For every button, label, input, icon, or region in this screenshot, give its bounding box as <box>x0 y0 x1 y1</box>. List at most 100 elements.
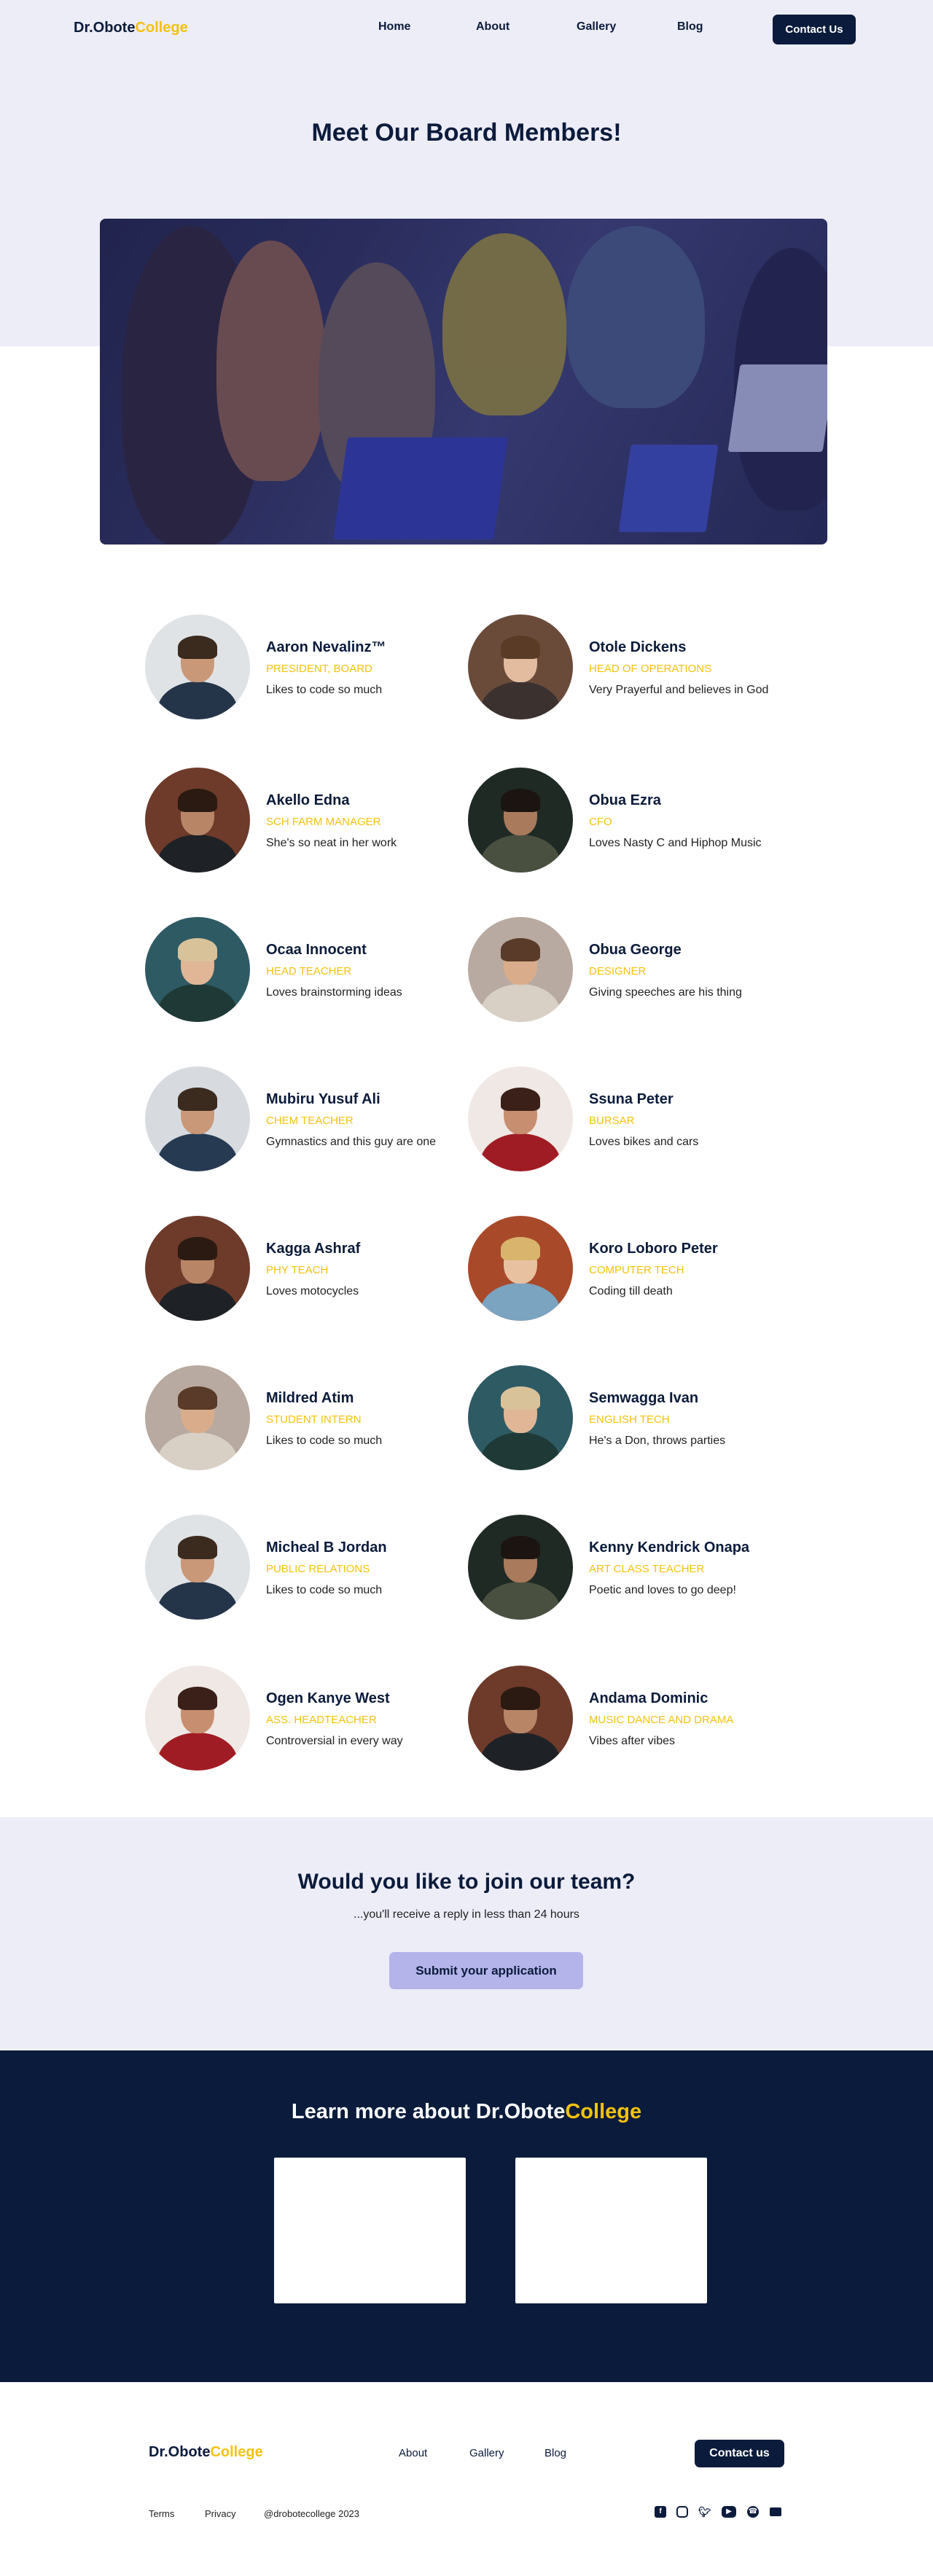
member-card: Aaron Nevalinz™ PRESIDENT, BOARD Likes to … <box>145 614 458 724</box>
facebook-icon[interactable]: f <box>655 2506 666 2518</box>
member-avatar <box>145 1066 250 1171</box>
whatsapp-icon[interactable]: ☎ <box>747 2506 759 2518</box>
member-bio: Loves Nasty C and Hiphop Music <box>589 837 762 849</box>
youtube-icon[interactable]: ▶ <box>722 2506 736 2518</box>
member-card: Semwagga Ivan ENGLISH TECH He's a Don, thr… <box>468 1365 781 1475</box>
member-card: Koro Loboro Peter COMPUTER TECH Coding til… <box>468 1216 781 1325</box>
member-name: Andama Dominic <box>589 1690 708 1706</box>
member-bio: He's a Don, throws parties <box>589 1435 726 1447</box>
member-bio: Vibes after vibes <box>589 1735 675 1747</box>
member-avatar <box>468 1666 573 1771</box>
member-card: Ssuna Peter BURSAR Loves bikes and cars <box>468 1066 781 1176</box>
member-bio: Loves brainstorming ideas <box>266 986 402 999</box>
footer-contact-button[interactable]: Contact us <box>695 2440 784 2467</box>
member-role: BURSAR <box>589 1115 635 1127</box>
member-role: SCH FARM MANAGER <box>266 816 381 828</box>
member-name: Obua Ezra <box>589 792 661 808</box>
nav-link-gallery[interactable]: Gallery <box>577 20 616 34</box>
member-card: Akello Edna SCH FARM MANAGER She's so neat… <box>145 768 458 877</box>
member-avatar <box>145 614 250 719</box>
member-avatar <box>145 1666 250 1771</box>
page-title: Meet Our Board Members! <box>311 119 622 147</box>
join-title: Would you like to join our team? <box>297 1870 636 1894</box>
member-name: Ocaa Innocent <box>266 942 367 958</box>
member-bio: Gymnastics and this guy are one <box>266 1136 437 1148</box>
member-card: Mildred Atim STUDENT INTERN Likes to code … <box>145 1365 458 1475</box>
learn-brand-part2: College <box>565 2100 642 2123</box>
member-role: HEAD TEACHER <box>266 965 352 977</box>
learn-more-section: Learn more about Dr.OboteCollege <box>0 2050 933 2382</box>
member-role: ART CLASS TEACHER <box>589 1563 705 1575</box>
member-avatar <box>145 768 250 873</box>
member-name: Koro Loboro Peter <box>589 1241 718 1257</box>
footer-brand-part1: Dr.Obote <box>149 2444 211 2460</box>
member-role: STUDENT INTERN <box>266 1413 362 1426</box>
member-card: Kenny Kendrick Onapa ART CLASS TEACHER Poe… <box>468 1515 781 1624</box>
member-role: DESIGNER <box>589 965 647 977</box>
footer-link-about[interactable]: About <box>399 2447 427 2459</box>
brand-name-part2: College <box>135 20 188 36</box>
media-embed-1[interactable] <box>274 2158 466 2303</box>
member-name: Obua George <box>589 942 682 958</box>
footer-link-blog[interactable]: Blog <box>544 2447 566 2459</box>
footer-terms-link[interactable]: Terms <box>149 2508 174 2519</box>
member-card: Obua George DESIGNER Giving speeches are h… <box>468 917 781 1026</box>
brand-name-part1: Dr.Obote <box>74 20 136 36</box>
twitter-icon[interactable]: 🐦︎ <box>698 2506 711 2518</box>
member-role: COMPUTER TECH <box>589 1264 684 1276</box>
member-card: Kagga Ashraf PHY TEACH Loves motocycles <box>145 1216 458 1325</box>
member-bio: Poetic and loves to go deep! <box>589 1584 736 1596</box>
nav-link-blog[interactable]: Blog <box>677 20 703 34</box>
member-card: Ocaa Innocent HEAD TEACHER Loves brainstor… <box>145 917 458 1026</box>
instagram-icon[interactable] <box>676 2506 688 2518</box>
member-role: PHY TEACH <box>266 1264 329 1276</box>
footer-privacy-link[interactable]: Privacy <box>205 2508 236 2519</box>
footer-brand-part2: College <box>210 2444 263 2460</box>
member-role: ENGLISH TECH <box>589 1413 670 1426</box>
member-avatar <box>145 1515 250 1620</box>
member-avatar <box>468 1216 573 1321</box>
learn-title-prefix: Learn more about <box>291 2100 476 2123</box>
member-bio: Likes to code so much <box>266 1584 383 1596</box>
member-card: Ogen Kanye West ASS. HEADTEACHER Controver… <box>145 1666 458 1775</box>
member-card: Mubiru Yusuf Ali CHEM TEACHER Gymnastics a… <box>145 1066 458 1176</box>
submit-application-button[interactable]: Submit your application <box>389 1952 583 1989</box>
brand-logo[interactable]: Dr.OboteCollege <box>74 20 188 36</box>
member-card: Obua Ezra CFO Loves Nasty C and Hiphop Mus… <box>468 768 781 877</box>
member-name: Semwagga Ivan <box>589 1390 699 1406</box>
learn-brand-part1: Dr.Obote <box>475 2100 566 2123</box>
footer-link-gallery[interactable]: Gallery <box>469 2447 504 2459</box>
member-bio: Very Prayerful and believes in God <box>589 684 769 696</box>
member-avatar <box>468 614 573 719</box>
member-role: CHEM TEACHER <box>266 1115 354 1127</box>
email-icon[interactable] <box>770 2507 781 2516</box>
member-card: Otole Dickens HEAD OF OPERATIONS Very Pray… <box>468 614 781 724</box>
join-team-section: Would you like to join our team? ...you'… <box>0 1817 933 2050</box>
footer-brand-logo[interactable]: Dr.OboteCollege <box>149 2444 263 2461</box>
member-name: Mildred Atim <box>266 1390 354 1406</box>
member-avatar <box>468 917 573 1022</box>
member-role: PRESIDENT, BOARD <box>266 663 372 675</box>
media-embed-2[interactable] <box>515 2158 707 2303</box>
member-bio: Controversial in every way <box>266 1735 403 1747</box>
member-bio: Loves bikes and cars <box>589 1136 699 1148</box>
member-avatar <box>468 1515 573 1620</box>
member-role: ASS. HEADTEACHER <box>266 1714 377 1726</box>
member-avatar <box>468 1365 573 1470</box>
member-name: Ogen Kanye West <box>266 1690 390 1706</box>
join-subtitle: ...you'll receive a reply in less than 2… <box>354 1908 579 1921</box>
learn-more-title: Learn more about Dr.OboteCollege <box>0 2100 933 2124</box>
member-name: Kagga Ashraf <box>266 1241 361 1257</box>
contact-us-button[interactable]: Contact Us <box>773 15 856 44</box>
top-navbar: Dr.OboteCollege Home About Gallery Blog … <box>0 0 933 58</box>
member-role: PUBLIC RELATIONS <box>266 1563 370 1575</box>
nav-link-home[interactable]: Home <box>378 20 410 34</box>
member-role: CFO <box>589 816 612 828</box>
member-avatar <box>145 917 250 1022</box>
member-bio: Loves motocycles <box>266 1285 359 1297</box>
member-name: Akello Edna <box>266 792 350 808</box>
team-hero-image <box>100 219 827 545</box>
member-name: Micheal B Jordan <box>266 1539 387 1556</box>
member-avatar <box>468 1066 573 1171</box>
nav-link-about[interactable]: About <box>476 20 510 34</box>
